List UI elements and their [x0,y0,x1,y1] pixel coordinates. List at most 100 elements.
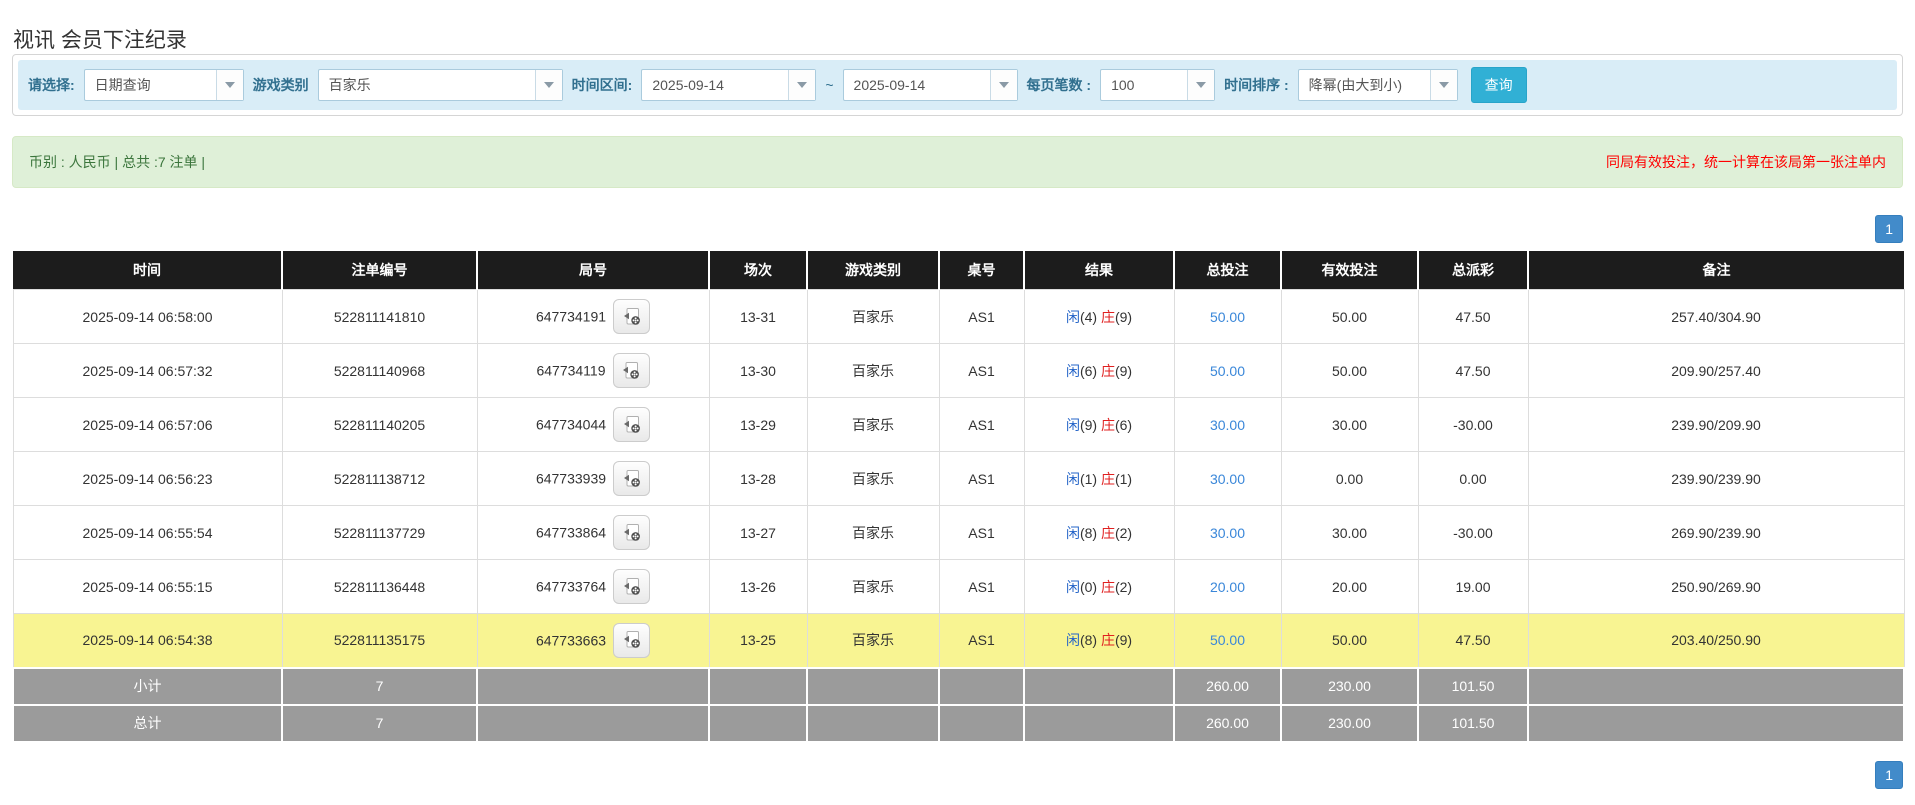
cell-remark: 250.90/269.90 [1527,559,1905,614]
summary-payout: 101.50 [1417,666,1529,706]
column-header: 局号 [476,251,709,290]
total-bet-link[interactable]: 30.00 [1210,417,1245,433]
cell-total-bet[interactable]: 50.00 [1173,289,1282,344]
cell-round-id: 647733864 [476,505,710,560]
total-bet-link[interactable]: 50.00 [1210,632,1245,648]
bet-records-table: 时间 注单编号 局号 场次 游戏类别 桌号 结果 总投注 有效投注 总派彩 备注 2025-09-1… [12,251,1905,743]
chevron-down-icon[interactable] [1187,70,1215,100]
video-replay-icon[interactable] [613,569,651,604]
video-replay-icon[interactable] [613,407,651,442]
summary-total-bet: 260.00 [1173,703,1282,743]
cell-bet-id: 522811138712 [281,451,478,506]
video-replay-icon[interactable] [613,461,651,496]
cell-valid-bet: 50.00 [1280,289,1419,344]
video-replay-icon[interactable] [613,299,651,334]
cell-valid-bet: 20.00 [1280,559,1419,614]
game-type-value: 百家乐 [328,77,371,93]
summary-empty-cell [938,703,1025,743]
chevron-down-icon[interactable] [989,70,1017,100]
cell-total-bet[interactable]: 30.00 [1173,451,1282,506]
cell-valid-bet: 50.00 [1280,343,1419,398]
table-row: 2025-09-14 06:57:32 522811140968 647734119… [12,343,1905,398]
chevron-down-icon[interactable] [1429,70,1457,100]
cell-remark: 269.90/239.90 [1527,505,1905,560]
total-bet-link[interactable]: 30.00 [1210,471,1245,487]
chevron-down-icon[interactable] [534,70,562,100]
cell-result: 闲(6) 庄(9) [1023,343,1175,398]
summary-empty-cell [476,666,710,706]
time-sort-dropdown[interactable]: 降幂(由大到小) [1297,69,1458,101]
cell-remark: 239.90/239.90 [1527,451,1905,506]
cell-total-bet[interactable]: 30.00 [1173,505,1282,560]
summary-empty-cell [938,666,1025,706]
page-1-button[interactable]: 1 [1875,760,1903,789]
summary-empty-cell [476,703,710,743]
cell-remark: 239.90/209.90 [1527,397,1905,452]
cell-bet-id: 522811136448 [281,559,478,614]
cell-total-bet[interactable]: 50.00 [1173,613,1282,668]
chevron-down-icon[interactable] [215,70,243,100]
summary-row: 小计 7 260.00 230.00 101.50 [12,666,1905,706]
summary-valid-bet: 230.00 [1280,703,1419,743]
column-header: 总派彩 [1417,251,1528,290]
date-range-separator: ~ [825,77,834,93]
cell-bet-id: 522811140968 [281,343,478,398]
summary-row: 总计 7 260.00 230.00 101.50 [12,703,1905,743]
game-type-dropdown[interactable]: 百家乐 [317,69,563,101]
column-header: 备注 [1527,251,1904,290]
cell-game-type: 百家乐 [806,559,940,614]
summary-label: 总计 [12,703,283,743]
cell-time: 2025-09-14 06:55:15 [12,559,283,614]
time-sort-value: 降幂(由大到小) [1308,77,1402,93]
cell-session: 13-25 [708,613,808,668]
cell-valid-bet: 30.00 [1280,505,1419,560]
table-row: 2025-09-14 06:58:00 522811141810 647734191… [12,289,1905,344]
summary-empty-cell [1023,703,1175,743]
cell-bet-id: 522811135175 [281,613,478,668]
cell-total-bet[interactable]: 50.00 [1173,343,1282,398]
select-type-value: 日期查询 [94,77,151,93]
cell-game-type: 百家乐 [806,343,940,398]
time-range-label: 时间区间: [571,77,633,93]
filter-panel: 请选择: 日期查询 游戏类别 百家乐 时间区间: 2025-09-14 ~ 20… [12,54,1903,116]
page-1-button[interactable]: 1 [1875,215,1903,243]
cell-valid-bet: 50.00 [1280,613,1419,668]
date-from-dropdown[interactable]: 2025-09-14 [641,69,817,101]
cell-game-type: 百家乐 [806,451,940,506]
video-replay-icon[interactable] [612,353,650,388]
summary-count: 7 [281,666,478,706]
cell-table-no: AS1 [938,505,1025,560]
summary-empty-cell [1023,666,1175,706]
pagination-bottom: 1 [12,760,1903,801]
table-row: 2025-09-14 06:55:15 522811136448 647733764… [12,559,1905,614]
cell-total-bet[interactable]: 30.00 [1173,397,1282,452]
summary-valid-bet: 230.00 [1280,666,1419,706]
select-type-dropdown[interactable]: 日期查询 [83,69,244,101]
pagination-top: 1 [12,215,1903,243]
column-header: 场次 [708,251,807,290]
page-size-dropdown[interactable]: 100 [1100,69,1216,101]
video-replay-icon[interactable] [613,622,651,658]
cell-session: 13-29 [708,397,808,452]
cell-valid-bet: 30.00 [1280,397,1419,452]
summary-label: 小计 [12,666,283,706]
total-bet-link[interactable]: 20.00 [1210,579,1245,595]
total-bet-link[interactable]: 50.00 [1210,309,1245,325]
total-bet-link[interactable]: 50.00 [1210,363,1245,379]
table-row: 2025-09-14 06:56:23 522811138712 647733939… [12,451,1905,506]
cell-payout: 19.00 [1417,559,1529,614]
video-replay-icon[interactable] [613,515,651,550]
column-header: 有效投注 [1280,251,1418,290]
total-bet-link[interactable]: 30.00 [1210,525,1245,541]
cell-payout: 47.50 [1417,289,1529,344]
cell-bet-id: 522811141810 [281,289,478,344]
cell-time: 2025-09-14 06:57:32 [12,343,283,398]
cell-round-id: 647734119 [476,343,710,398]
cell-round-id: 647733939 [476,451,710,506]
select-type-label: 请选择: [28,77,75,93]
date-to-dropdown[interactable]: 2025-09-14 [842,69,1018,101]
chevron-down-icon[interactable] [788,70,816,100]
summary-count: 7 [281,703,478,743]
search-button[interactable]: 查询 [1470,67,1527,103]
cell-total-bet[interactable]: 20.00 [1173,559,1282,614]
